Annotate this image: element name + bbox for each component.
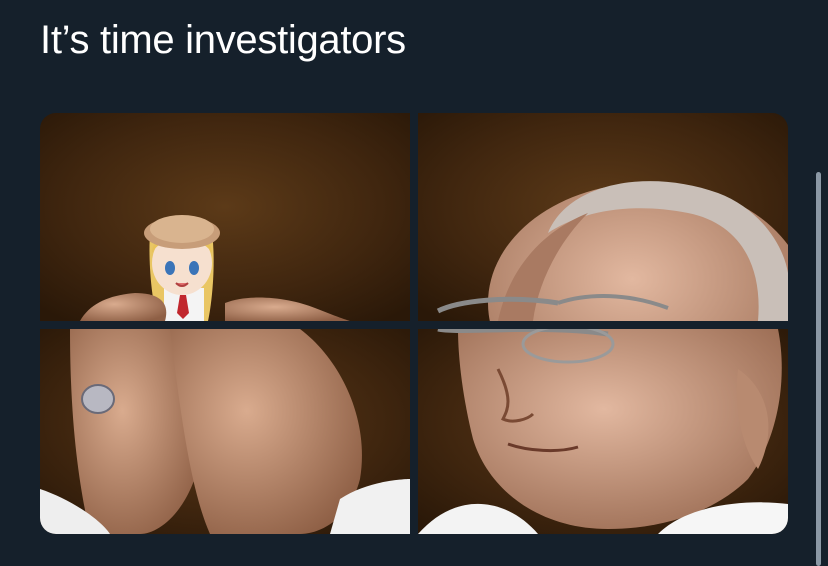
media-photo-top-right[interactable] [418,113,788,321]
tweet-text: It’s time investigators [40,18,406,62]
scrollbar[interactable] [816,172,821,566]
media-photo-bottom-right[interactable] [418,329,788,534]
media-grid[interactable] [40,113,788,534]
media-photo-top-left[interactable] [40,113,410,321]
media-photo-bottom-left[interactable] [40,329,410,534]
